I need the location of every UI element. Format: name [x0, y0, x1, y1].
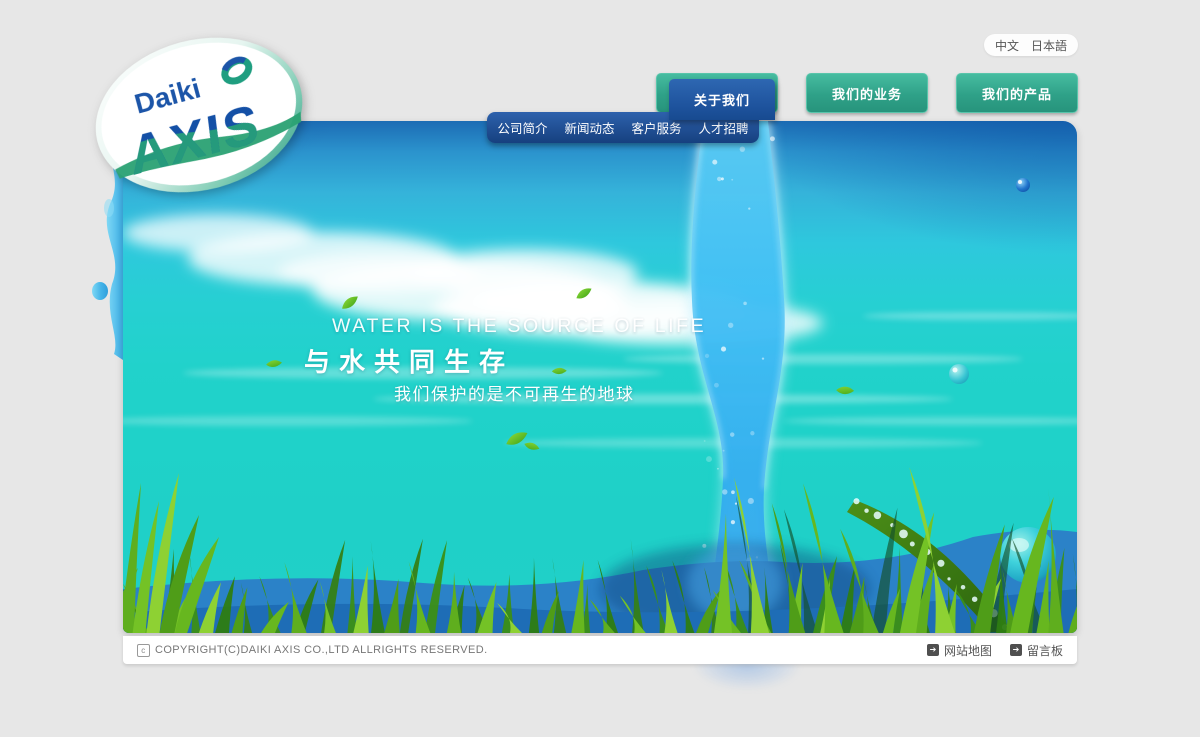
copyright-text: c COPYRIGHT(C)DAIKI AXIS CO.,LTD ALLRIGH…	[137, 644, 488, 657]
nav-products-button[interactable]: 我们的产品	[956, 73, 1078, 113]
copyright-icon: c	[137, 644, 150, 657]
arrow-right-icon: ➔	[1010, 644, 1022, 656]
banner-artwork	[123, 121, 1077, 633]
hero-banner: WATER IS THE SOURCE OF LIFE 与水共同生存 我们保护的…	[123, 121, 1077, 633]
language-switcher: 中文 日本語	[984, 34, 1078, 56]
subnav-news[interactable]: 新闻动态	[564, 118, 614, 137]
nav-about-button-active[interactable]: 关于我们	[669, 79, 775, 120]
subnav-company-profile[interactable]: 公司简介	[497, 118, 547, 137]
lang-japanese-link[interactable]: 日本語	[1031, 37, 1067, 54]
lang-chinese-link[interactable]: 中文	[995, 37, 1019, 54]
water-reflection-decoration	[695, 663, 799, 689]
subnav-recruitment[interactable]: 人才招聘	[699, 118, 749, 137]
subnav-customer-service[interactable]: 客户服务	[632, 118, 682, 137]
page: 中文 日本語 我们的业务 我们的产品 关于我们 公司简介 新闻动态 客户服务 人…	[0, 0, 1200, 737]
nav-business-button[interactable]: 我们的业务	[806, 73, 928, 113]
arrow-right-icon: ➔	[927, 644, 939, 656]
guestbook-link[interactable]: ➔ 留言板	[1010, 642, 1063, 659]
hero-subtitle-chinese: 我们保护的是不可再生的地球	[394, 380, 635, 405]
sitemap-link[interactable]: ➔ 网站地图	[927, 642, 992, 659]
footer-bar: c COPYRIGHT(C)DAIKI AXIS CO.,LTD ALLRIGH…	[123, 636, 1077, 664]
hero-title-chinese: 与水共同生存	[304, 342, 514, 379]
hero-tagline-english: WATER IS THE SOURCE OF LIFE	[332, 315, 706, 338]
